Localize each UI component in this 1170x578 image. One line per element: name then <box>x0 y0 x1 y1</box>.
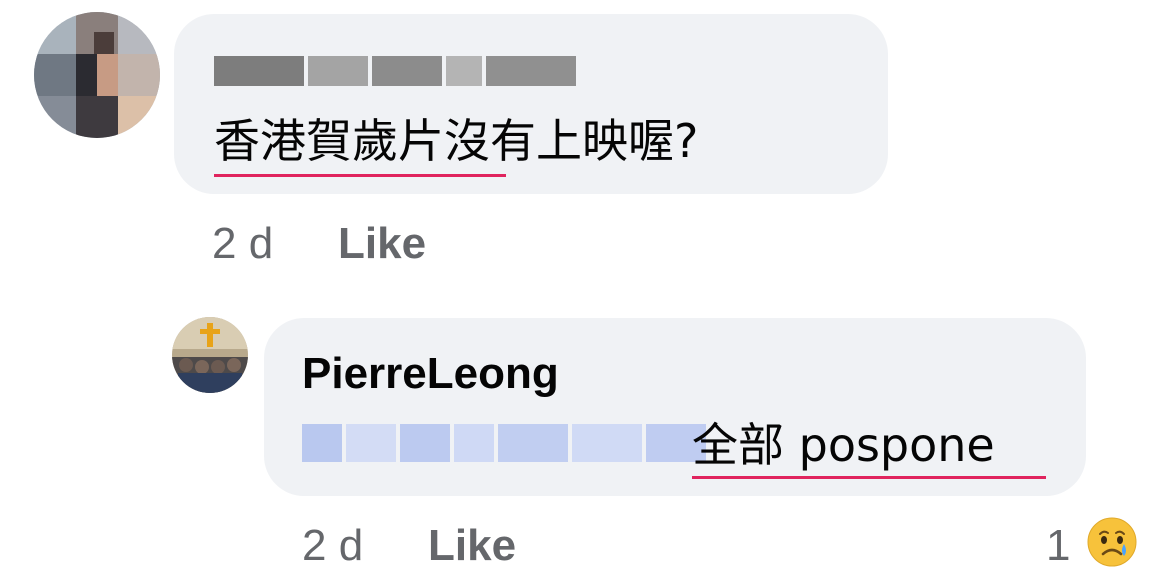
author-name-blurred[interactable] <box>214 56 580 86</box>
like-button[interactable]: Like <box>428 524 516 568</box>
spellcheck-underline <box>214 174 506 177</box>
avatar[interactable] <box>34 12 160 138</box>
spellcheck-underline <box>692 476 1046 479</box>
mention-blurred[interactable] <box>302 424 710 462</box>
crying-face-icon[interactable] <box>1086 516 1138 568</box>
author-name[interactable]: PierreLeong <box>302 352 559 396</box>
comment-time[interactable]: 2 d <box>302 524 363 568</box>
comment-bubble: PierreLeong 全部 pospone <box>264 318 1086 496</box>
like-button[interactable]: Like <box>338 222 426 266</box>
comment-bubble: 香港賀歲片沒有上映喔? <box>174 14 888 194</box>
comment-text: 香港賀歲片沒有上映喔? <box>214 114 699 168</box>
reaction-count[interactable]: 1 <box>1046 524 1070 568</box>
comment-time[interactable]: 2 d <box>212 222 273 266</box>
avatar[interactable] <box>172 317 248 393</box>
comment-text: 全部 pospone <box>692 418 995 472</box>
